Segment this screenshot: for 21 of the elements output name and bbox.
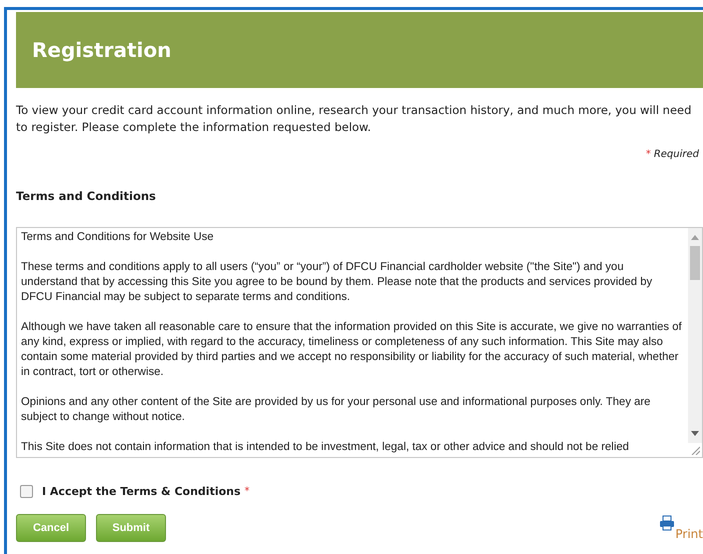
page-title: Registration [32, 38, 172, 62]
scrollbar-thumb[interactable] [690, 246, 700, 280]
intro-text: To view your credit card account information online, research your transaction history, and much more, you will need to register. Please complete the information requested below. [16, 102, 692, 136]
print-link[interactable]: Print [675, 527, 703, 541]
scroll-down-icon[interactable] [691, 431, 699, 437]
terms-paragraph: Although we have taken all reasonable care to ensure that the information provided on this Site is accurate, we give no warranties of any kind, express or implied, with regard to the accuracy, timeliness or completeness of any such information. This Site may also contain some material provided by third parties and we accept no responsibility or liability for the accuracy of such material, whether in contract, tort or otherwise. [21, 320, 682, 380]
section-heading: Terms and Conditions [16, 189, 157, 203]
terms-paragraph: Opinions and any other content of the Site are provided by us for your personal use and informational purposes only. They are subject to change without notice. [21, 395, 652, 425]
terms-paragraph: This Site does not contain information that is intended to be investment, legal, tax or other advice and should not be relied [21, 440, 630, 455]
resize-grip-icon[interactable] [690, 445, 700, 455]
cancel-button[interactable]: Cancel [16, 514, 86, 542]
submit-button[interactable]: Submit [96, 514, 166, 542]
terms-paragraph: These terms and conditions apply to all users (“you” or “your”) of DFCU Financial cardholder website ("the Site") and you understand that by accessing this Site you agree to be bound by them. Please note that the products and services provided by DFCU Financial may be subject to separate terms and conditions. [21, 260, 654, 305]
printer-icon[interactable] [659, 515, 676, 531]
accept-checkbox[interactable] [20, 485, 33, 498]
terms-paragraph: Terms and Conditions for Website Use [21, 230, 215, 245]
checkbox-label: I Accept the Terms & Conditions [42, 485, 241, 498]
required-label: Required [654, 149, 699, 160]
required-asterisk: * [646, 149, 651, 160]
required-asterisk: * [244, 486, 250, 497]
scroll-up-icon[interactable] [691, 234, 699, 240]
